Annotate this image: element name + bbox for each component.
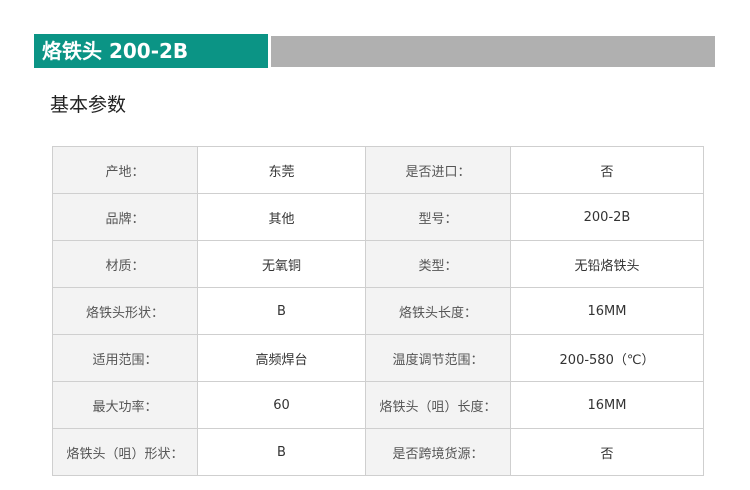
param-label: 烙铁头长度： — [365, 287, 511, 335]
table-row: 产地： 东莞 是否进口： 否 — [52, 146, 704, 194]
section-heading: 基本参数 — [50, 94, 127, 116]
param-label: 烙铁头（咀）形状： — [52, 428, 198, 476]
param-value: B — [197, 287, 366, 335]
param-value: 200-2B — [510, 193, 704, 241]
param-label: 材质： — [52, 240, 198, 288]
table-row: 烙铁头（咀）形状： B 是否跨境货源： 否 — [52, 428, 704, 476]
param-label: 类型： — [365, 240, 511, 288]
table-row: 适用范围： 高频焊台 温度调节范围： 200-580（℃） — [52, 334, 704, 382]
title-bar-filler — [271, 36, 715, 67]
param-value: B — [197, 428, 366, 476]
param-value: 16MM — [510, 381, 704, 429]
param-value: 200-580（℃） — [510, 334, 704, 382]
param-label: 是否跨境货源： — [365, 428, 511, 476]
param-label: 是否进口： — [365, 146, 511, 194]
params-table: 产地： 东莞 是否进口： 否 品牌： 其他 型号： 200-2B 材质： 无氧铜… — [52, 146, 704, 476]
param-value: 高频焊台 — [197, 334, 366, 382]
param-value: 否 — [510, 428, 704, 476]
param-label: 最大功率： — [52, 381, 198, 429]
table-row: 品牌： 其他 型号： 200-2B — [52, 193, 704, 241]
product-title: 烙铁头 200-2B — [34, 34, 268, 68]
param-value: 无氧铜 — [197, 240, 366, 288]
param-value: 无铅烙铁头 — [510, 240, 704, 288]
param-value: 否 — [510, 146, 704, 194]
param-label: 烙铁头形状： — [52, 287, 198, 335]
table-row: 最大功率： 60 烙铁头（咀）长度： 16MM — [52, 381, 704, 429]
param-value: 16MM — [510, 287, 704, 335]
param-label: 品牌： — [52, 193, 198, 241]
table-row: 材质： 无氧铜 类型： 无铅烙铁头 — [52, 240, 704, 288]
param-label: 温度调节范围： — [365, 334, 511, 382]
product-title-bar: 烙铁头 200-2B — [34, 34, 715, 68]
param-label: 产地： — [52, 146, 198, 194]
table-row: 烙铁头形状： B 烙铁头长度： 16MM — [52, 287, 704, 335]
param-value: 东莞 — [197, 146, 366, 194]
param-label: 烙铁头（咀）长度： — [365, 381, 511, 429]
param-value: 其他 — [197, 193, 366, 241]
param-value: 60 — [197, 381, 366, 429]
param-label: 适用范围： — [52, 334, 198, 382]
param-label: 型号： — [365, 193, 511, 241]
